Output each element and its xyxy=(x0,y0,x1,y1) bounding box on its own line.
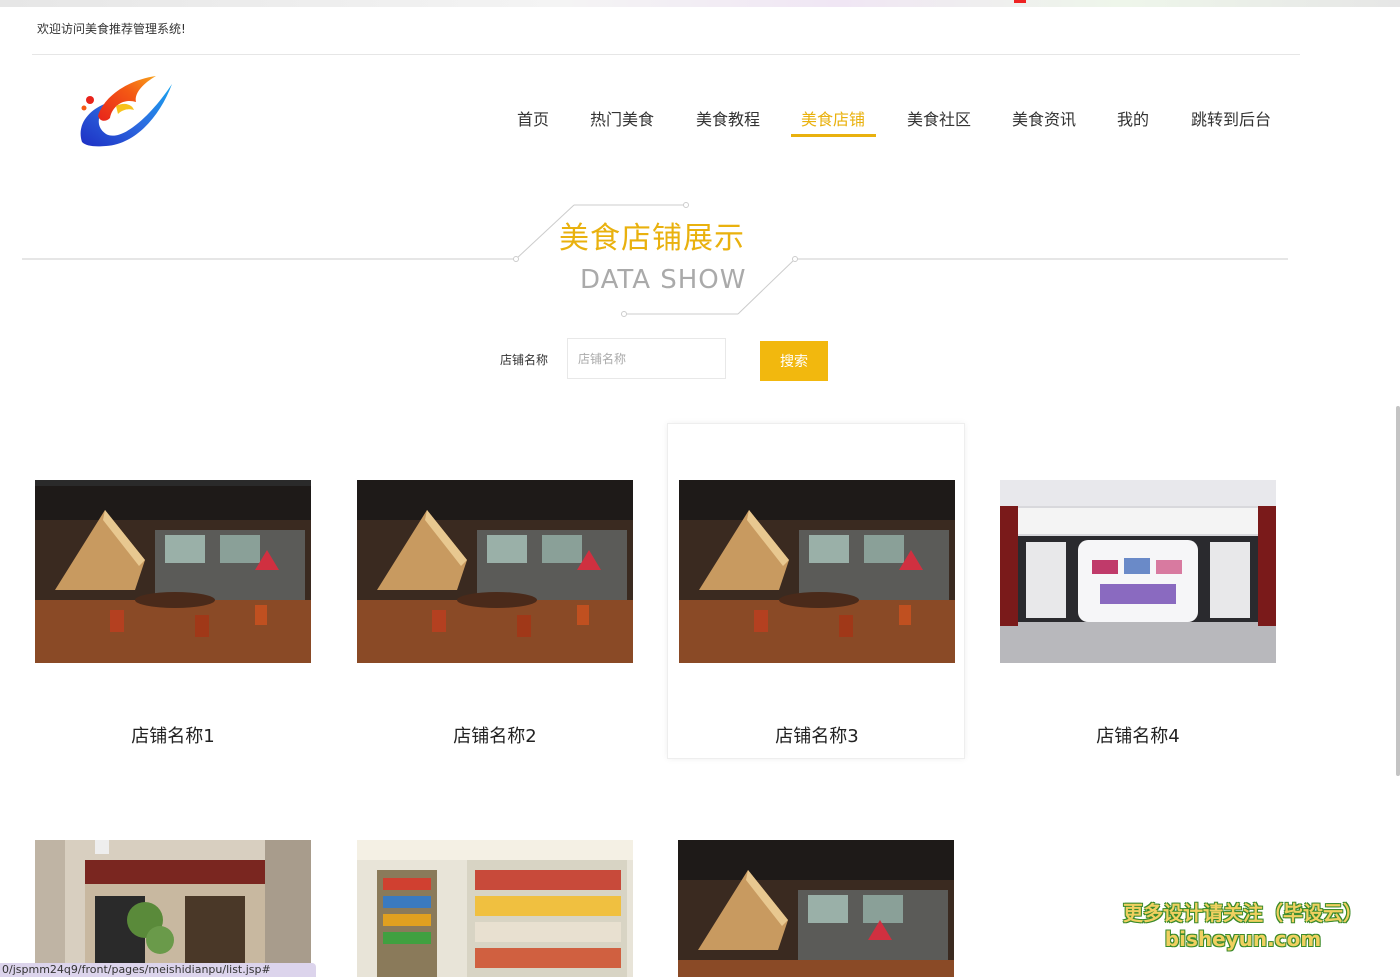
nav-item-community[interactable]: 美食社区 xyxy=(907,106,971,130)
watermark-line1: 更多设计请关注（毕设云） xyxy=(1123,901,1363,925)
shop-name[interactable]: 店铺名称4 xyxy=(1000,722,1276,748)
section-title-cn: 美食店铺展示 xyxy=(559,221,745,256)
shop-image-restaurant[interactable] xyxy=(679,480,955,663)
nav-item-tutorials[interactable]: 美食教程 xyxy=(696,106,760,130)
nav-item-shops[interactable]: 美食店铺 xyxy=(801,106,865,130)
nav-item-home[interactable]: 首页 xyxy=(517,106,549,130)
shop-card[interactable] xyxy=(357,840,655,977)
shop-image-supermarket[interactable] xyxy=(357,840,633,977)
nav-item-mine[interactable]: 我的 xyxy=(1117,106,1149,130)
section-title-en: DATA SHOW xyxy=(580,265,747,295)
shop-name[interactable]: 店铺名称2 xyxy=(357,722,633,748)
shop-card[interactable] xyxy=(678,840,976,977)
shop-image-restaurant[interactable] xyxy=(678,840,954,977)
shop-image-storefront[interactable] xyxy=(1000,480,1276,663)
shop-card[interactable]: 店铺名称2 xyxy=(357,480,655,760)
shop-card-hovered[interactable]: 店铺名称3 xyxy=(667,423,965,759)
nav-active-underline xyxy=(791,134,876,137)
shop-card[interactable]: 店铺名称4 xyxy=(1000,480,1298,760)
header-divider xyxy=(32,54,1300,55)
shop-name-search-input[interactable] xyxy=(567,338,726,379)
shop-card[interactable]: 店铺名称1 xyxy=(35,480,333,760)
watermark: 更多设计请关注（毕设云） bisheyun.com xyxy=(1108,900,1378,952)
shop-image-street-storefront[interactable] xyxy=(35,840,311,977)
shop-image-restaurant[interactable] xyxy=(35,480,311,663)
browser-top-strip xyxy=(0,0,1400,7)
nav-item-backend[interactable]: 跳转到后台 xyxy=(1191,106,1271,130)
nav-item-news[interactable]: 美食资讯 xyxy=(1012,106,1076,130)
search-label: 店铺名称 xyxy=(500,353,549,367)
search-button[interactable]: 搜索 xyxy=(760,341,828,381)
section-title: 美食店铺展示 DATA SHOW xyxy=(0,195,1400,325)
tab-indicator xyxy=(1014,0,1026,3)
vertical-scrollbar[interactable] xyxy=(1396,406,1400,776)
nav-item-hot-food[interactable]: 热门美食 xyxy=(590,106,654,130)
shop-card[interactable] xyxy=(35,840,333,977)
main-nav: 首页 热门美食 美食教程 美食店铺 美食社区 美食资讯 我的 跳转到后台 xyxy=(0,106,1400,136)
shop-image-restaurant[interactable] xyxy=(357,480,633,663)
watermark-line2: bisheyun.com xyxy=(1164,927,1322,951)
shop-name[interactable]: 店铺名称3 xyxy=(679,722,955,748)
welcome-text: 欢迎访问美食推荐管理系统! xyxy=(37,22,186,36)
status-bar-url: 0/jspmm24q9/front/pages/meishidianpu/lis… xyxy=(0,963,316,977)
shop-name[interactable]: 店铺名称1 xyxy=(35,722,311,748)
